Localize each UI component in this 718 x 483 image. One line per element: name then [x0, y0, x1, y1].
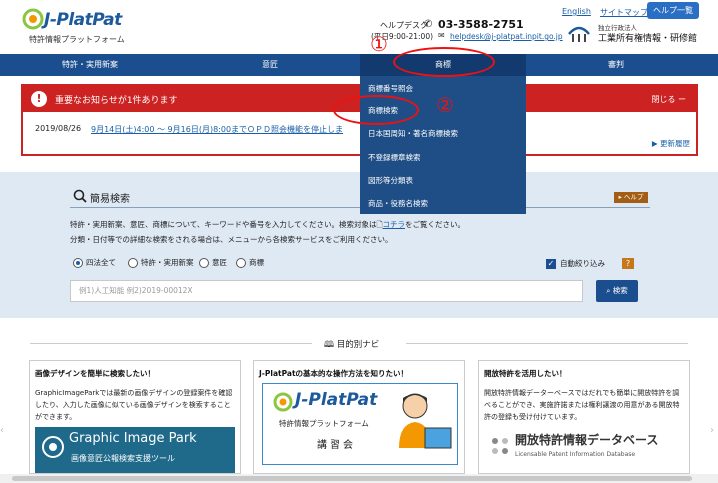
radio-label: 商標 [249, 258, 264, 267]
auto-narrow-help-icon[interactable]: ? [622, 258, 634, 269]
nav-patent[interactable]: 特許・実用新案 [0, 54, 180, 76]
banner-brand: J-PlatPat [295, 390, 378, 410]
card-text: GraphicImageParkでは最新の画像デザインの登録案件を確認したり、入… [35, 389, 233, 421]
banner-course-label: 講習会 [317, 440, 356, 451]
search-button-label: 検索 [612, 286, 628, 295]
help-label: ヘルプ [623, 193, 644, 201]
update-history-link[interactable]: ▶ 更新履歴 [652, 138, 690, 149]
phone-icon: ✆ [424, 19, 433, 30]
phone-number: 03-3588-2751 [438, 18, 524, 31]
carousel-next-icon[interactable]: › [710, 425, 718, 441]
alert-icon: ! [31, 91, 47, 107]
card-text: 開放特許情報データーベースではだれでも簡単に開放特許を調べることができ、実施許諾… [484, 389, 680, 421]
banner-subtitle: 特許情報プラットフォーム [279, 419, 369, 428]
search-title: 簡易検索 [90, 194, 130, 205]
simple-search-panel: 簡易検索 ▸ ヘルプ 特許・実用新案、意匠、商標について、キーワードや番号を入力… [0, 172, 718, 318]
play-icon: ▸ [618, 193, 622, 201]
notice-title: 重要なお知らせが1件あります [55, 96, 178, 106]
card-title: J-PlatPatの基本的な操作方法を知りたい！ [259, 369, 409, 378]
help-list-button[interactable]: ヘルプ一覧 [647, 2, 699, 19]
help-desk-email-link[interactable]: helpdesk@j-platpat.inpit.go.jp [450, 32, 563, 41]
card-title: 画像デザインを簡単に検索したい！ [35, 369, 155, 378]
card-jplatpat-course[interactable]: J-PlatPatの基本的な操作方法を知りたい！ J-PlatPat 特許情報プ… [253, 360, 465, 474]
annotation-marker-2: ② [436, 93, 454, 117]
search-target-link[interactable]: コチラ [382, 220, 405, 229]
purpose-divider-left [30, 343, 312, 344]
inpit-logo-icon[interactable] [567, 20, 591, 44]
mail-icon: ✉ [438, 31, 445, 40]
radio-label: 特許・実用新案 [141, 258, 194, 267]
search-icon: ⌕ [606, 286, 611, 295]
open-patent-logo-icon [492, 438, 508, 454]
search-button[interactable]: ⌕ 検索 [596, 280, 638, 302]
main-nav: 特許・実用新案 意匠 商標 審判 [0, 54, 718, 76]
jplatpat-logo[interactable]: J-PlatPat 特許情報プラットフォーム [22, 8, 132, 48]
annotation-ellipse-1 [393, 47, 495, 77]
banner-subtitle: Licensable Patent Information Database [515, 451, 636, 458]
search-description-1: 特許・実用新案、意匠、商標について、キーワードや番号を入力してください。検索対象… [70, 219, 465, 232]
radio-design[interactable]: 意匠 [199, 257, 227, 268]
scrollbar-thumb[interactable] [12, 476, 692, 481]
logo-subtitle: 特許情報プラットフォーム [29, 35, 125, 44]
english-link[interactable]: English [562, 7, 591, 16]
auto-narrow-checkbox[interactable]: ✓ 自動絞り込み [546, 258, 605, 269]
purpose-nav-title: 🕮 目的別ナビ [324, 338, 379, 353]
update-history-label: 更新履歴 [660, 139, 690, 148]
radio-label: 意匠 [212, 258, 227, 267]
notice-close-button[interactable]: 閉じる ー [651, 94, 686, 105]
radio-dot[interactable] [73, 257, 83, 268]
annotation-ellipse-2 [333, 95, 419, 125]
search-help-button[interactable]: ▸ ヘルプ [614, 192, 648, 203]
menu-trademark-number-lookup[interactable]: 商標番号照会 [368, 83, 413, 94]
banner-title: 開放特許情報データベース [515, 433, 659, 447]
notice-date: 2019/08/26 [35, 124, 82, 133]
org-name: 工業所有権情報・研修館 [598, 34, 698, 44]
menu-figure-classification[interactable]: 図形等分類表 [368, 175, 413, 186]
sitemap-link[interactable]: サイトマップ [600, 7, 648, 18]
nav-appeal[interactable]: 審判 [526, 54, 706, 76]
banner-subtitle: 画像意匠公報検索支援ツール [71, 454, 175, 463]
carousel-prev-icon[interactable]: ‹ [0, 425, 8, 441]
search-icon [73, 189, 87, 203]
auto-narrow-label: 自動絞り込み [560, 259, 605, 268]
menu-unregistered-mark-search[interactable]: 不登録標章検索 [368, 152, 421, 163]
desc1-text: 特許・実用新案、意匠、商標について、キーワードや番号を入力してください。検索対象… [70, 220, 377, 229]
nav-design[interactable]: 意匠 [180, 54, 360, 76]
radio-label: 四法全て [86, 258, 116, 267]
annotation-marker-1: ① [370, 32, 388, 56]
help-desk-label: ヘルプデスク [380, 21, 428, 30]
checkmark-icon[interactable]: ✓ [546, 258, 556, 269]
book-icon: 🕮 [324, 340, 335, 350]
radio-dot[interactable] [128, 257, 138, 268]
radio-patent[interactable]: 特許・実用新案 [128, 257, 194, 268]
card-open-patent[interactable]: 開放特許を活用したい！ 開放特許情報データーベースではだれでも簡単に開放特許を調… [478, 360, 690, 474]
header: J-PlatPat 特許情報プラットフォーム ヘルプデスク ✆ 03-3588-… [0, 0, 718, 54]
radio-dot[interactable] [199, 257, 209, 268]
instructor-illustration-icon [399, 393, 452, 449]
logo-mark-icon [22, 8, 44, 30]
notice-link[interactable]: 9月14日(土)4:00 ～ 9月16日(月)8:00までＯＰＤ照会機能を停止し… [91, 124, 343, 135]
card-graphic-image-park[interactable]: 画像デザインを簡単に検索したい！ GraphicImageParkでは最新の画像… [29, 360, 241, 474]
logo-mark-icon [273, 392, 293, 412]
logo-brand: J-PlatPat [44, 10, 122, 30]
search-input[interactable]: 例1)人工知能 例2)2019-00012X [70, 280, 583, 302]
desc1-suffix: をご覧ください。 [404, 220, 465, 229]
gip-logo-icon [42, 436, 64, 458]
card-title: 開放特許を活用したい！ [484, 369, 567, 378]
menu-goods-services-search[interactable]: 商品・役務名検索 [368, 198, 428, 209]
radio-trademark[interactable]: 商標 [236, 257, 264, 268]
radio-dot[interactable] [236, 257, 246, 268]
banner-title: Graphic Image Park [69, 431, 197, 446]
menu-well-known-trademark-search[interactable]: 日本国周知・著名商標検索 [368, 128, 458, 139]
radio-all-four[interactable]: 四法全て [73, 257, 116, 268]
arrow-circle-icon: ▶ [651, 139, 658, 148]
search-description-2: 分類・日付等での詳細な検索をされる場合は、メニューから各検索サービスをご利用くだ… [70, 235, 393, 244]
purpose-divider-right [406, 343, 688, 344]
open-patent-banner[interactable]: 開放特許情報データベース Licensable Patent Informati… [485, 427, 685, 473]
graphic-image-park-banner[interactable]: Graphic Image Park 画像意匠公報検索支援ツール [35, 427, 235, 473]
purpose-title-text: 目的別ナビ [336, 340, 380, 350]
horizontal-scrollbar[interactable] [0, 474, 718, 483]
course-banner[interactable]: J-PlatPat 特許情報プラットフォーム 講習会 [262, 383, 458, 465]
